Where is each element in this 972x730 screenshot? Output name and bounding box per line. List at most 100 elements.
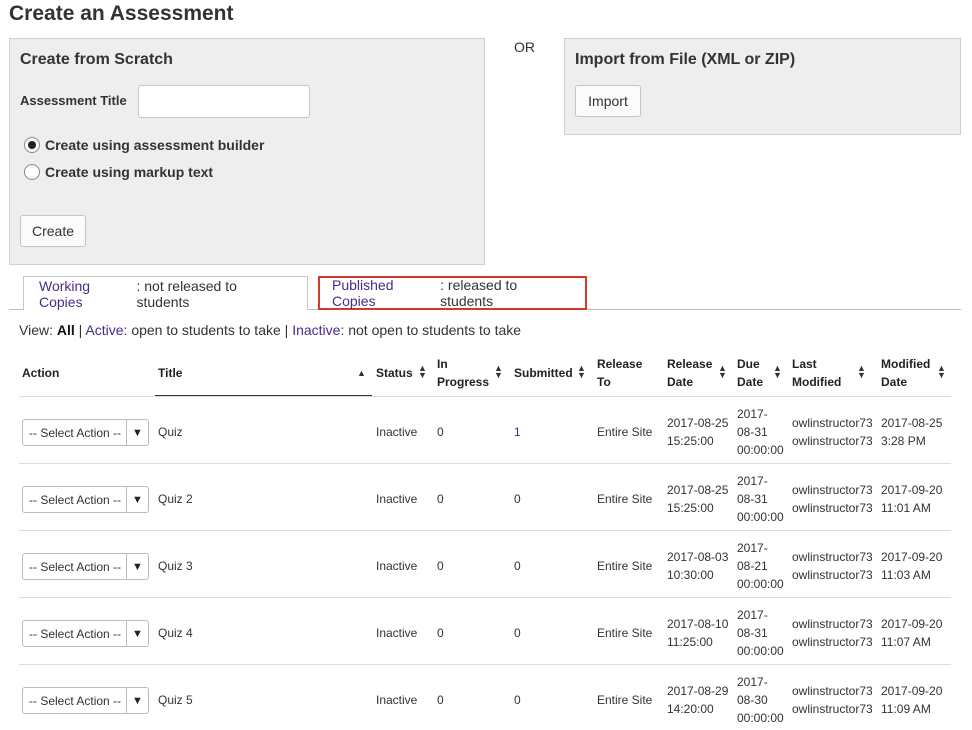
page-title: Create an Assessment <box>9 2 234 25</box>
header-last-modified[interactable]: Last Modified <box>792 355 841 391</box>
caret-down-icon[interactable]: ▼ <box>126 554 148 579</box>
view-prefix: View: <box>19 322 53 338</box>
row-due-date-part: 00:00:00 <box>737 711 784 725</box>
import-button[interactable]: Import <box>575 85 641 117</box>
sort-icon[interactable]: ▲ ▼ <box>857 364 866 380</box>
row-title[interactable]: Quiz 3 <box>158 557 193 575</box>
row-last-modified: owlinstructor73 owlinstructor73 <box>792 414 873 450</box>
tab-published-copies-desc: : released to students <box>440 277 518 309</box>
row-modified-date: 2017-09-20 11:03 AM <box>881 548 942 584</box>
create-from-scratch-heading: Create from Scratch <box>20 51 173 68</box>
row-release-date-day: 2017-08-03 <box>667 550 729 564</box>
row-due-date-part: 08-31 <box>737 492 768 506</box>
select-action-dropdown[interactable]: -- Select Action -- ▼ <box>22 486 149 513</box>
header-in-progress-line2: Progress <box>437 375 490 389</box>
row-release-to: Entire Site <box>597 626 653 640</box>
row-due-date-part: 00:00:00 <box>737 644 784 658</box>
row-due-date-part: 2017- <box>737 675 768 689</box>
sort-icon[interactable]: ▲ ▼ <box>773 364 782 380</box>
radio-unselected-icon[interactable] <box>24 164 40 180</box>
option-assessment-builder[interactable]: Create using assessment builder <box>24 137 264 153</box>
caret-down-icon[interactable]: ▼ <box>126 688 148 713</box>
sort-icon[interactable]: ▲ ▼ <box>418 364 427 380</box>
tab-working-copies-desc: : not released to students <box>136 277 237 310</box>
create-button[interactable]: Create <box>20 215 86 247</box>
row-status: Inactive <box>376 693 418 707</box>
view-separator: | <box>78 322 83 338</box>
sort-asc-icon[interactable]: ▲ <box>357 368 366 378</box>
sort-icon[interactable]: ▲ ▼ <box>494 364 503 380</box>
row-modifier: owlinstructor73 <box>792 416 873 430</box>
header-last-modified-line2: Modified <box>792 375 842 389</box>
header-modified-date[interactable]: Modified Date <box>881 355 930 391</box>
row-release-date-day: 2017-08-29 <box>667 684 729 698</box>
select-action-dropdown[interactable]: -- Select Action -- ▼ <box>22 620 149 647</box>
select-action-text: -- Select Action -- <box>29 559 122 574</box>
select-action-dropdown[interactable]: -- Select Action -- ▼ <box>22 687 149 714</box>
select-action-dropdown[interactable]: -- Select Action -- ▼ <box>22 553 149 580</box>
view-separator: | <box>284 322 289 338</box>
row-due-date-part: 00:00:00 <box>737 443 784 457</box>
row-due-date: 2017- 08-30 00:00:00 <box>737 673 784 727</box>
assessment-title-label: Assessment Title <box>20 93 127 108</box>
header-release-to[interactable]: Release To <box>597 355 642 391</box>
row-modifier: owlinstructor73 <box>792 635 873 649</box>
header-modified-date-line2: Date <box>881 375 908 389</box>
row-modified-date-day: 2017-09-20 <box>881 684 943 698</box>
view-active-link[interactable]: Active <box>85 322 123 338</box>
header-in-progress-line1: In <box>437 357 448 371</box>
header-title[interactable]: Title <box>158 364 182 382</box>
header-action: Action <box>22 366 60 380</box>
header-modified-date-line1: Modified <box>881 357 931 371</box>
view-inactive-link[interactable]: Inactive <box>292 322 340 338</box>
header-status[interactable]: Status <box>376 364 413 382</box>
row-due-date-part: 08-31 <box>737 626 768 640</box>
caret-down-icon[interactable]: ▼ <box>126 420 148 445</box>
tab-published-copies-link[interactable]: Published Copies <box>332 277 440 309</box>
header-due-date[interactable]: Due Date <box>737 355 763 391</box>
row-modified-date: 2017-08-25 3:28 PM <box>881 414 942 450</box>
row-title[interactable]: Quiz 4 <box>158 624 193 642</box>
sort-icon[interactable]: ▲ ▼ <box>718 364 727 380</box>
row-release-date-time: 10:30:00 <box>667 568 714 582</box>
view-all: All <box>56 322 75 338</box>
row-modifier: owlinstructor73 <box>792 617 873 631</box>
caret-down-icon[interactable]: ▼ <box>126 621 148 646</box>
header-submitted[interactable]: Submitted <box>514 364 573 382</box>
tab-working-copies[interactable]: Working Copies : not released to student… <box>23 276 308 310</box>
row-due-date-part: 00:00:00 <box>737 510 784 524</box>
row-modified-date-time: 11:09 AM <box>881 702 931 716</box>
caret-down-icon[interactable]: ▼ <box>126 487 148 512</box>
row-last-modified: owlinstructor73 owlinstructor73 <box>792 481 873 517</box>
row-title[interactable]: Quiz <box>158 423 183 441</box>
row-modified-date: 2017-09-20 11:01 AM <box>881 481 942 517</box>
row-due-date-part: 2017- <box>737 407 768 421</box>
row-due-date-part: 2017- <box>737 608 768 622</box>
table-row: -- Select Action -- ▼ Quiz 2 Inactive 0 … <box>19 464 951 531</box>
row-release-to: Entire Site <box>597 425 653 439</box>
or-label: OR <box>514 39 535 55</box>
row-modifier: owlinstructor73 <box>792 684 873 698</box>
select-action-dropdown[interactable]: -- Select Action -- ▼ <box>22 419 149 446</box>
sort-icon[interactable]: ▲ ▼ <box>937 364 946 380</box>
table-row: -- Select Action -- ▼ Quiz 5 Inactive 0 … <box>19 665 951 730</box>
row-title[interactable]: Quiz 2 <box>158 490 193 508</box>
select-action-text: -- Select Action -- <box>29 693 122 708</box>
radio-selected-icon[interactable] <box>24 137 40 153</box>
sort-icon[interactable]: ▲ ▼ <box>577 364 586 380</box>
import-from-file-panel: Import from File (XML or ZIP) Import <box>564 38 961 135</box>
header-in-progress[interactable]: In Progress <box>437 355 489 391</box>
header-release-date[interactable]: Release Date <box>667 355 712 391</box>
tab-working-copies-link[interactable]: Working Copies <box>39 278 136 310</box>
row-title[interactable]: Quiz 5 <box>158 691 193 709</box>
row-in-progress: 0 <box>437 425 444 439</box>
header-release-date-line1: Release <box>667 357 713 371</box>
row-submitted-link[interactable]: 1 <box>514 423 521 441</box>
option-markup-text[interactable]: Create using markup text <box>24 164 213 180</box>
view-filter: View: All | Active: open to students to … <box>19 322 521 338</box>
row-release-date: 2017-08-10 11:25:00 <box>667 615 728 651</box>
row-modified-date: 2017-09-20 11:07 AM <box>881 615 942 651</box>
tab-published-copies[interactable]: Published Copies : released to students <box>318 276 587 310</box>
assessment-title-input[interactable] <box>138 85 310 118</box>
row-modified-date-day: 2017-09-20 <box>881 617 943 631</box>
